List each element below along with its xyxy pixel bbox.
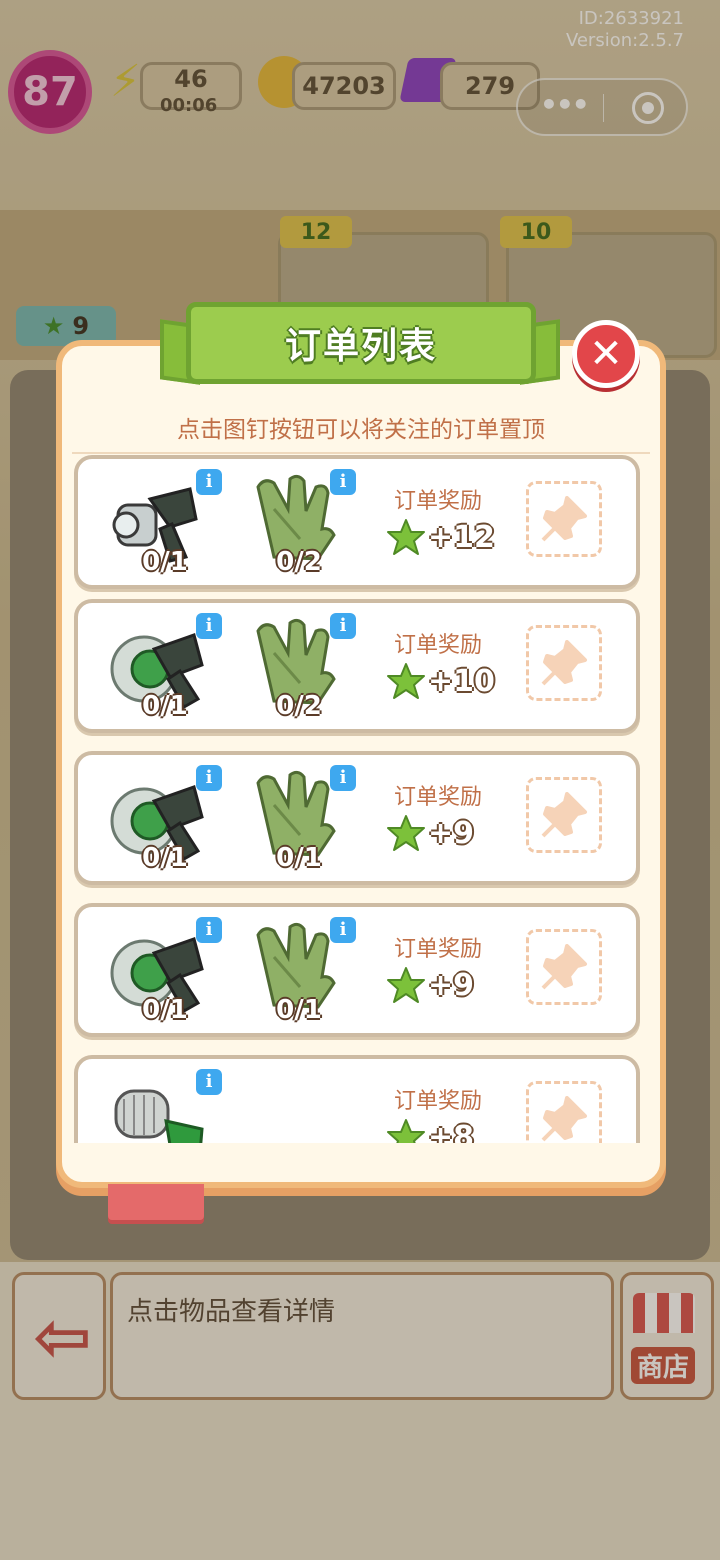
- star-icon: [387, 967, 425, 1003]
- info-icon[interactable]: i: [330, 613, 356, 639]
- item-progress: 0/2: [276, 691, 322, 721]
- info-icon[interactable]: i: [196, 917, 222, 943]
- item-progress: 0/1: [276, 995, 322, 1025]
- info-icon[interactable]: i: [196, 1069, 222, 1095]
- star-icon: [387, 815, 425, 851]
- pin-icon: [541, 1096, 587, 1142]
- item-progress: 0/1: [142, 691, 188, 721]
- star-icon: [387, 1119, 425, 1143]
- reward: +12: [386, 517, 495, 557]
- reward-value: +8: [428, 1119, 475, 1144]
- reward-value: +10: [428, 663, 495, 699]
- pin-button[interactable]: [526, 481, 602, 557]
- order-row: i 订单奖励 +8: [74, 1055, 640, 1143]
- reward: +8: [386, 1117, 474, 1143]
- pin-button[interactable]: [526, 929, 602, 1005]
- info-icon[interactable]: i: [330, 917, 356, 943]
- reward-label: 订单奖励: [393, 1089, 482, 1114]
- info-icon[interactable]: i: [330, 469, 356, 495]
- close-button[interactable]: ✕: [572, 320, 640, 388]
- close-icon: ✕: [589, 331, 623, 377]
- pin-icon: [541, 640, 587, 686]
- order-item[interactable]: i 0/1: [110, 613, 222, 725]
- order-item[interactable]: i 0/1: [110, 917, 222, 1029]
- reward-label: 订单奖励: [393, 785, 482, 810]
- list-footer: [70, 1143, 652, 1173]
- order-item[interactable]: i 0/1: [244, 917, 356, 1029]
- dialog-subtitle: 点击图钉按钮可以将关注的订单置顶: [177, 417, 545, 443]
- order-row: i 0/1 i 0/2 订单奖励 +12: [74, 455, 640, 589]
- reward-label: 订单奖励: [393, 633, 482, 658]
- item-progress: 0/1: [142, 843, 188, 873]
- dialog-divider: [72, 452, 650, 454]
- pin-icon: [541, 496, 587, 542]
- order-item[interactable]: i 0/2: [244, 469, 356, 581]
- order-row: i 0/1 i 0/1 订单奖励 +9: [74, 903, 640, 1037]
- reward-value: +12: [428, 519, 495, 555]
- pin-button[interactable]: [526, 625, 602, 701]
- item-progress: 0/1: [276, 843, 322, 873]
- reward-value: +9: [428, 967, 475, 1003]
- pin-icon: [541, 792, 587, 838]
- star-icon: [387, 519, 425, 555]
- order-row: i 0/1 i 0/1 订单奖励 +9: [74, 751, 640, 885]
- star-icon: [387, 663, 425, 699]
- bookmark-tab[interactable]: [108, 1184, 204, 1220]
- order-row: i 0/1 i 0/2 订单奖励 +10: [74, 599, 640, 733]
- info-icon[interactable]: i: [196, 765, 222, 791]
- order-item[interactable]: i: [110, 1069, 222, 1143]
- reward: +10: [386, 661, 495, 701]
- info-icon[interactable]: i: [330, 765, 356, 791]
- info-icon[interactable]: i: [196, 469, 222, 495]
- item-progress: 0/2: [276, 547, 322, 577]
- pin-button[interactable]: [526, 1081, 602, 1143]
- reward: +9: [386, 965, 474, 1005]
- item-progress: 0/1: [142, 995, 188, 1025]
- order-item[interactable]: i 0/1: [110, 765, 222, 877]
- pin-icon: [541, 944, 587, 990]
- reward-value: +9: [428, 815, 475, 851]
- reward-label: 订单奖励: [393, 489, 482, 514]
- reward-label: 订单奖励: [393, 937, 482, 962]
- order-item[interactable]: i 0/1: [244, 765, 356, 877]
- info-icon[interactable]: i: [196, 613, 222, 639]
- title-ribbon: 订单列表: [186, 302, 536, 384]
- order-list[interactable]: i 0/1 i 0/2 订单奖励 +12 i 0/1 i 0/2 订单奖励 +1…: [66, 455, 656, 1143]
- order-item[interactable]: i 0/1: [110, 469, 222, 581]
- roller-icon: [114, 1089, 204, 1143]
- order-item[interactable]: i 0/2: [244, 613, 356, 725]
- item-progress: 0/1: [142, 547, 188, 577]
- dialog-title: 订单列表: [284, 326, 437, 367]
- pin-button[interactable]: [526, 777, 602, 853]
- reward: +9: [386, 813, 474, 853]
